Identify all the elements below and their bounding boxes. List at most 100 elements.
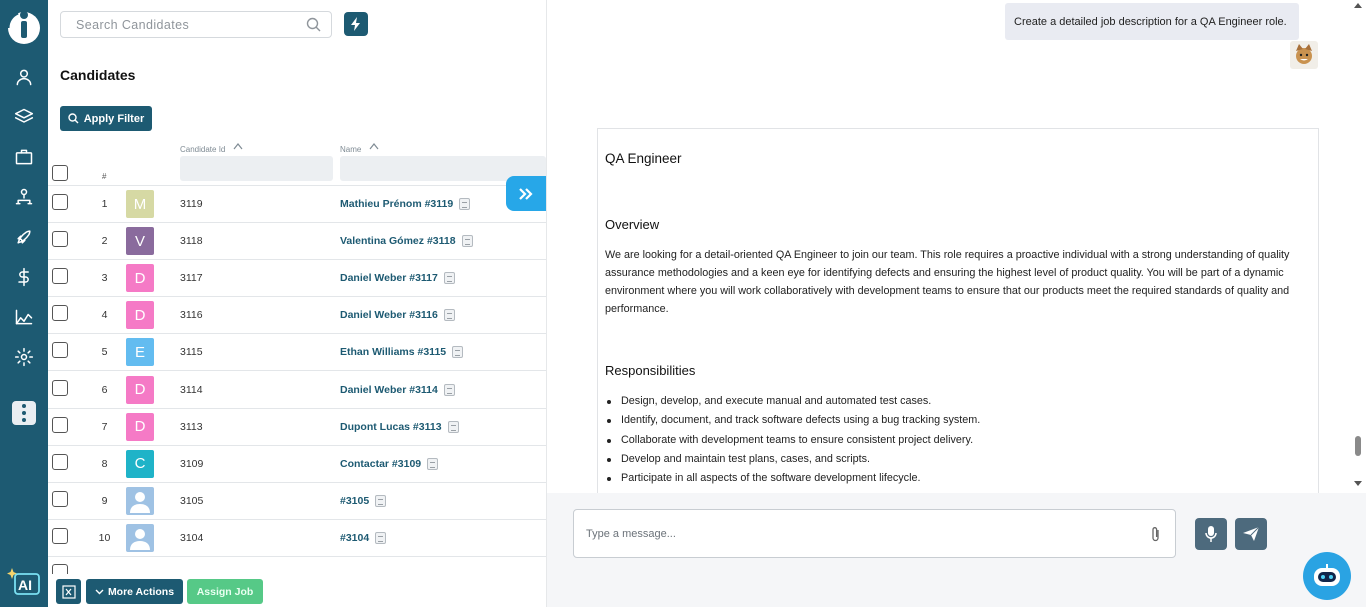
candidate-name[interactable]: Daniel Weber #3116 [340,309,438,321]
candidate-name-link[interactable]: Dupont Lucas #3113 [340,420,459,433]
user-icon[interactable] [12,65,36,89]
candidate-name-link[interactable]: Valentina Gómez #3118 [340,235,473,248]
candidate-avatar: E [126,338,154,367]
search-icon[interactable] [306,17,321,32]
paperclip-icon[interactable] [1150,526,1162,542]
candidate-name[interactable]: Daniel Weber #3114 [340,384,438,396]
candidate-name-link[interactable]: #3104 [340,531,387,544]
sort-caret-icon[interactable] [233,142,243,150]
resume-document-icon[interactable] [459,198,471,210]
table-row[interactable]: 10 3104 #3104 [48,520,546,557]
row-checkbox[interactable] [52,342,68,359]
responsibility-item: Participate in all aspects of the softwa… [605,469,980,488]
row-number: 1 [101,198,108,210]
table-row[interactable]: 6 D 3114 Daniel Weber #3114 [48,372,546,409]
table-row[interactable]: 2 V 3118 Valentina Gómez #3118 [48,223,546,261]
settings-gear-icon[interactable] [12,345,36,369]
table-row[interactable]: 1 M 3119 Mathieu Prénom #3119 [48,186,546,223]
column-header-name[interactable]: Name [340,145,361,154]
scroll-up-arrow-icon[interactable] [1354,3,1362,8]
chatbot-launcher-button[interactable] [1303,552,1351,600]
microphone-button[interactable] [1195,518,1227,550]
candidate-name-link[interactable]: Daniel Weber #3117 [340,272,455,285]
layers-icon[interactable] [12,105,36,129]
row-checkbox[interactable] [52,379,68,396]
analytics-icon[interactable] [12,305,36,329]
side-rail: AI [0,0,48,607]
table-row[interactable]: 7 D 3113 Dupont Lucas #3113 [48,409,546,446]
candidate-name[interactable]: Ethan Williams #3115 [340,346,446,358]
row-checkbox[interactable] [52,194,68,210]
candidate-id: 3118 [180,235,203,248]
row-number: 10 [98,531,111,544]
candidate-name-link[interactable]: Daniel Weber #3114 [340,383,455,396]
table-row[interactable]: 5 E 3115 Ethan Williams #3115 [48,334,546,372]
scroll-down-arrow-icon[interactable] [1354,481,1362,486]
resume-document-icon[interactable] [461,235,473,248]
select-all-checkbox[interactable] [52,165,68,181]
more-actions-button[interactable]: More Actions [86,579,183,604]
resume-document-icon[interactable] [452,346,464,359]
candidate-name-link[interactable]: Mathieu Prénom #3119 [340,198,471,210]
briefcase-icon[interactable] [12,145,36,169]
candidate-name[interactable]: #3104 [340,532,369,544]
export-excel-button[interactable] [56,579,81,604]
apply-filter-button[interactable]: Apply Filter [60,106,152,131]
responsibility-item: Collaborate with development teams to en… [605,431,980,450]
candidate-avatar: V [126,227,154,256]
microphone-icon [1205,526,1217,542]
column-header-candidate-id[interactable]: Candidate Id [180,145,225,154]
responsibility-item: Design, develop, and execute manual and … [605,392,980,411]
message-composer [547,493,1366,607]
resume-document-icon[interactable] [375,494,387,507]
row-checkbox[interactable] [52,527,68,544]
org-chart-icon[interactable] [12,185,36,209]
ai-sparkle-icon[interactable]: AI [6,566,42,596]
table-row[interactable]: 8 C 3109 Contactar #3109 [48,446,546,483]
candidate-name[interactable]: Dupont Lucas #3113 [340,421,442,433]
rocket-icon[interactable] [12,225,36,249]
chat-scrollbar[interactable] [1349,0,1366,493]
candidate-name-link[interactable]: Daniel Weber #3116 [340,309,455,322]
row-checkbox[interactable] [52,268,68,285]
message-input[interactable] [574,510,1134,557]
candidate-avatar: D [126,301,154,330]
candidate-name[interactable]: Mathieu Prénom #3119 [340,198,453,210]
candidate-name[interactable]: Valentina Gómez #3118 [340,235,456,247]
send-button[interactable] [1235,518,1267,550]
table-row[interactable]: 4 D 3116 Daniel Weber #3116 [48,297,546,335]
dollar-icon[interactable] [12,265,36,289]
candidate-name[interactable]: Daniel Weber #3117 [340,272,438,284]
row-checkbox[interactable] [52,305,68,322]
assign-job-button[interactable]: Assign Job [187,579,263,604]
user-avatar[interactable] [1290,41,1318,69]
resume-document-icon[interactable] [443,309,455,322]
sort-caret-icon[interactable] [369,142,379,150]
resume-document-icon[interactable] [427,457,439,470]
row-checkbox[interactable] [52,231,68,248]
row-checkbox[interactable] [52,490,68,507]
table-row[interactable]: 9 3105 #3105 [48,483,546,520]
quick-action-button[interactable] [344,12,368,36]
resume-document-icon[interactable] [447,420,459,433]
more-options-icon[interactable] [12,401,36,425]
row-checkbox[interactable] [52,453,68,470]
candidate-name-link[interactable]: Contactar #3109 [340,457,439,470]
resume-document-icon[interactable] [375,531,387,544]
search-box [60,11,332,38]
resume-document-icon[interactable] [443,272,455,285]
candidate-name-link[interactable]: #3105 [340,494,387,507]
search-input[interactable] [61,12,291,37]
candidate-name[interactable]: #3105 [340,495,369,507]
candidate-id-filter-input[interactable] [180,156,333,181]
app-logo-icon[interactable] [7,6,41,46]
resume-document-icon[interactable] [443,383,455,396]
candidate-name-link[interactable]: Ethan Williams #3115 [340,346,464,359]
row-checkbox[interactable] [52,416,68,433]
scrollbar-thumb[interactable] [1355,436,1361,456]
overview-text: We are looking for a detail-oriented QA … [605,249,1290,315]
table-row[interactable]: 3 D 3117 Daniel Weber #3117 [48,260,546,298]
candidate-name[interactable]: Contactar #3109 [340,458,421,470]
responsibility-item: Develop and maintain test plans, cases, … [605,450,980,469]
collapse-panel-button[interactable] [506,176,546,211]
